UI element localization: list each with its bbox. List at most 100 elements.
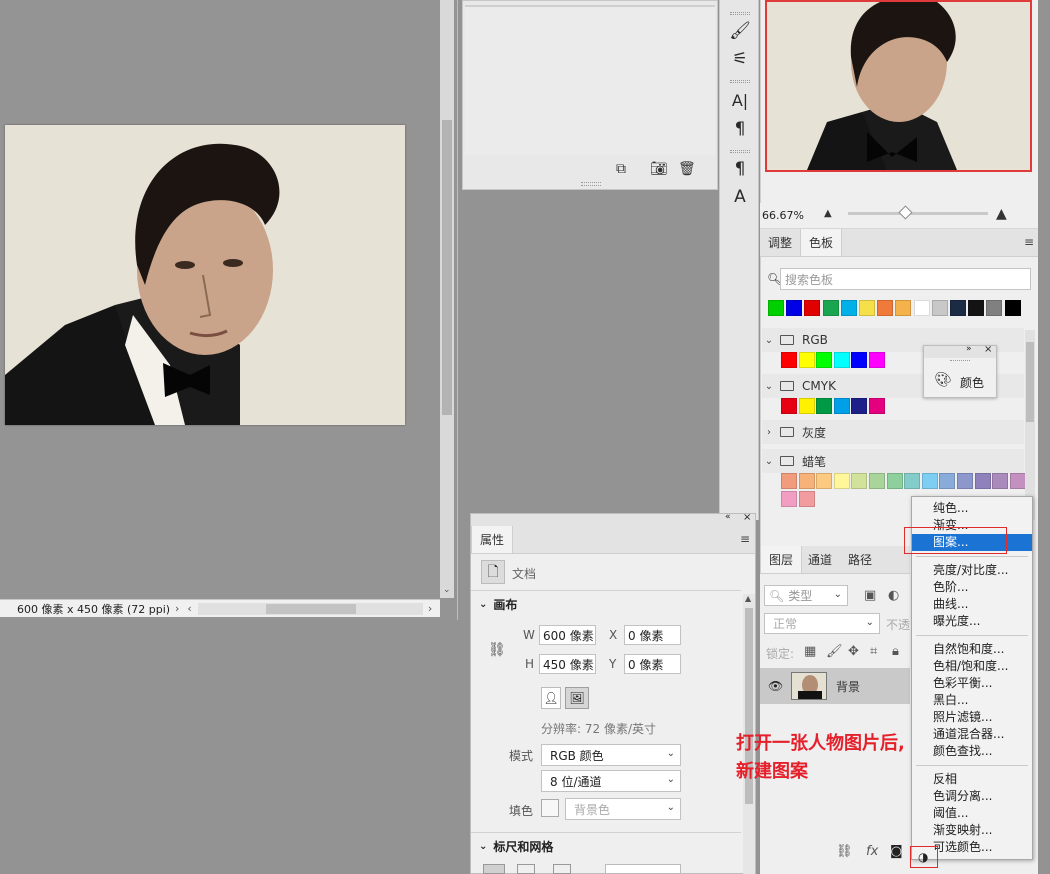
recent-swatch[interactable] — [968, 300, 985, 316]
character-panel-icon[interactable]: A| — [728, 90, 752, 112]
adjustment-filter-icon[interactable]: ◐ — [888, 588, 899, 603]
menu-item[interactable]: 色调分离... — [912, 788, 1032, 805]
swatch[interactable] — [798, 473, 815, 489]
color-mode-select[interactable]: RGB 颜色 ⌄ — [541, 744, 681, 766]
swatch[interactable] — [939, 473, 956, 489]
zoom-slider-knob[interactable] — [898, 205, 913, 220]
panel-menu-icon[interactable]: ≡ — [1024, 235, 1034, 249]
landscape-orientation-button[interactable]: 🖼︎ — [565, 687, 589, 709]
tab-swatches[interactable]: 色板 — [800, 229, 843, 256]
image-filter-icon[interactable]: ▣ — [864, 588, 876, 603]
fill-select[interactable]: 背景色 ⌄ — [565, 798, 681, 820]
y-field[interactable]: 0 像素 — [624, 654, 681, 674]
fx-icon[interactable]: fx — [866, 844, 878, 859]
floating-panel-header[interactable]: » × — [924, 344, 996, 358]
camera-icon[interactable]: 📷︎ — [650, 161, 668, 177]
swatch[interactable] — [957, 473, 973, 489]
zoom-value[interactable]: 66.67% — [762, 209, 804, 222]
tab-channels[interactable]: 通道 — [800, 546, 840, 573]
ruler-unit-button[interactable] — [483, 864, 505, 874]
recent-swatch[interactable] — [786, 300, 803, 316]
recent-swatch[interactable] — [768, 300, 784, 316]
lock-artboard-icon[interactable]: ⌗ — [870, 644, 877, 659]
menu-item[interactable]: 曲线... — [912, 596, 1032, 613]
color-panel-label[interactable]: 颜色 — [960, 374, 984, 391]
recent-swatch[interactable] — [822, 300, 839, 316]
trash-icon[interactable]: 🗑︎ — [678, 161, 696, 177]
swatches-scroll-thumb[interactable] — [1026, 342, 1034, 422]
menu-item[interactable]: 照片滤镜... — [912, 709, 1032, 726]
swatch-group-header[interactable]: › 灰度 — [762, 420, 1024, 444]
chevron-down-icon[interactable]: ⌄ — [762, 381, 776, 392]
swatch[interactable] — [816, 473, 833, 489]
resize-grip[interactable] — [581, 182, 601, 186]
eye-visibility-icon[interactable]: 👁︎ — [768, 679, 783, 693]
swatch[interactable] — [851, 352, 868, 368]
document-horizontal-scroll-thumb[interactable] — [265, 603, 356, 614]
scroll-up-icon[interactable]: ▲ — [745, 594, 751, 603]
swatch[interactable] — [921, 473, 938, 489]
close-icon[interactable]: × — [984, 344, 992, 355]
menu-item[interactable]: 纯色... — [912, 500, 1032, 517]
document-canvas-image[interactable] — [5, 125, 405, 425]
swatch[interactable] — [992, 473, 1009, 489]
chevron-down-icon[interactable]: ⌄ — [762, 335, 776, 346]
swatch[interactable] — [781, 473, 797, 489]
swatches-scrollbar[interactable] — [1025, 330, 1035, 520]
guides-button[interactable] — [553, 864, 571, 874]
menu-item[interactable]: 自然饱和度... — [912, 641, 1032, 658]
recent-swatch[interactable] — [859, 300, 875, 316]
swatch[interactable] — [1009, 473, 1026, 489]
blend-mode-select[interactable]: 正常 ⌄ — [764, 613, 880, 634]
height-field[interactable]: 450 像素 — [539, 654, 596, 674]
menu-item[interactable]: 亮度/对比度... — [912, 562, 1032, 579]
swatch[interactable] — [798, 491, 815, 507]
floating-panel-grip[interactable] — [950, 360, 970, 363]
swatch-search-input[interactable]: 搜索色板 — [780, 268, 1031, 290]
paragraph-styles-icon[interactable]: ¶ — [728, 158, 752, 180]
document-vertical-scroll-thumb[interactable] — [442, 120, 452, 415]
link-icon[interactable]: ⛓︎ — [488, 642, 506, 658]
recent-swatch[interactable] — [895, 300, 912, 316]
panel-menu-icon[interactable]: ≡ — [740, 532, 750, 546]
swatch[interactable] — [781, 352, 797, 368]
rulers-grid-section-header[interactable]: ⌄ 标尺和网格 — [479, 838, 553, 855]
swatch[interactable] — [833, 398, 850, 414]
document-vertical-scrollbar[interactable]: ⌄ — [440, 0, 454, 598]
swatch[interactable] — [886, 473, 903, 489]
expand-icon[interactable]: » — [966, 344, 972, 354]
layer-name[interactable]: 背景 — [836, 678, 860, 695]
tab-layers[interactable]: 图层 — [760, 546, 803, 573]
width-field[interactable]: 600 像素 — [539, 625, 596, 645]
swatch[interactable] — [833, 352, 850, 368]
chevron-right-icon[interactable]: › — [762, 427, 776, 438]
recent-swatch[interactable] — [913, 300, 930, 316]
close-icon[interactable]: × — [743, 512, 751, 523]
link-layers-icon[interactable]: ⛓︎ — [836, 844, 853, 859]
swatch[interactable] — [816, 398, 833, 414]
lock-transparent-icon[interactable]: ▦ — [804, 644, 816, 659]
layer-filter-select[interactable]: 🔍︎ 类型 ⌄ — [764, 585, 848, 606]
swatch[interactable] — [798, 398, 815, 414]
hscroll-right-icon[interactable]: › — [428, 602, 432, 615]
menu-item[interactable]: 曝光度... — [912, 613, 1032, 630]
recent-swatch[interactable] — [804, 300, 821, 316]
swatch[interactable] — [869, 473, 885, 489]
fill-color-swatch[interactable] — [541, 799, 559, 817]
document-horizontal-scrollbar[interactable] — [197, 602, 423, 615]
tab-properties[interactable]: 属性 — [471, 526, 514, 553]
lock-position-icon[interactable]: ✥ — [848, 644, 859, 659]
recent-swatch[interactable] — [950, 300, 966, 316]
canvas-section-header[interactable]: ⌄ 画布 — [479, 596, 517, 613]
recent-swatch[interactable] — [986, 300, 1003, 316]
menu-item[interactable]: 色相/饱和度... — [912, 658, 1032, 675]
strip-grip[interactable] — [730, 12, 750, 15]
swatch-group-header[interactable]: ⌄ 蜡笔 — [762, 449, 1024, 473]
new-snapshot-icon[interactable]: ⧉ — [616, 161, 626, 177]
new-adjustment-layer-icon[interactable]: ◑ — [918, 850, 928, 864]
hscroll-left-icon[interactable]: ‹ — [187, 602, 191, 615]
scroll-down-arrow-icon[interactable]: ⌄ — [443, 585, 451, 595]
brush-presets-icon[interactable]: 🖌︎ — [728, 20, 752, 42]
swatch[interactable] — [851, 473, 868, 489]
swatch[interactable] — [798, 352, 815, 368]
